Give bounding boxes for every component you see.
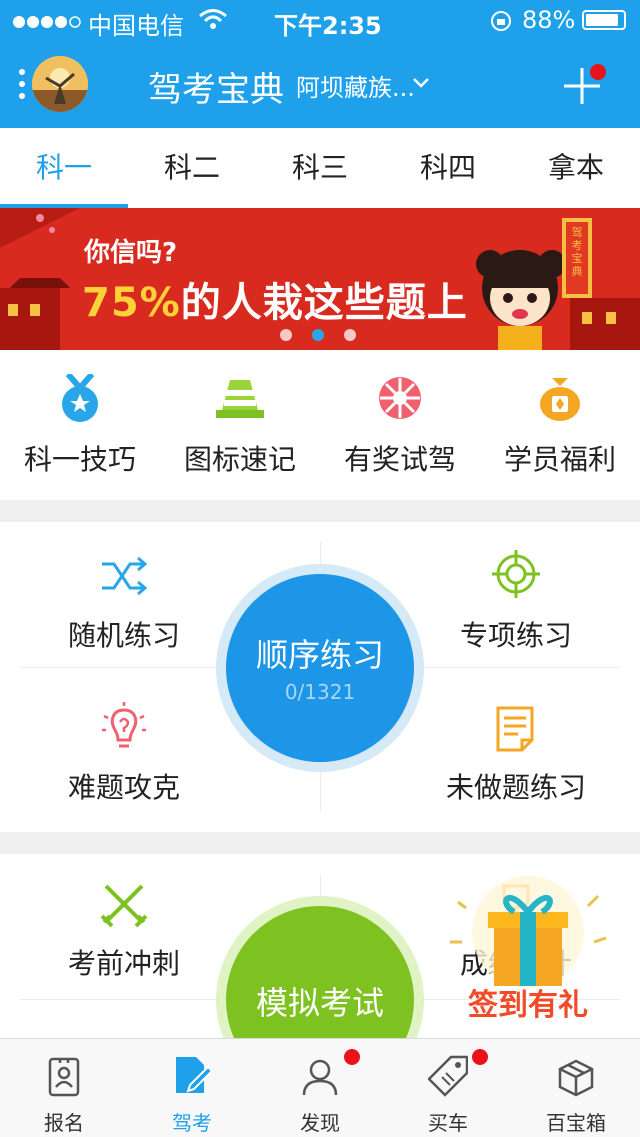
- signal-strength-icon: [12, 14, 82, 33]
- banner-pagination: [280, 326, 376, 345]
- sequential-progress: 0/1321: [284, 680, 356, 704]
- quick-link-signs[interactable]: 图标速记: [160, 350, 320, 500]
- nav-item-driving-test[interactable]: 驾考: [128, 1039, 256, 1137]
- signin-gift-widget[interactable]: 签到有礼: [438, 872, 618, 1023]
- nav-item-discover[interactable]: 发现: [256, 1039, 384, 1137]
- tab-subject-3[interactable]: 科三: [256, 128, 384, 208]
- bottom-nav: 报名 驾考 发现 买车 百宝箱: [0, 1038, 640, 1137]
- quick-link-label: 科一技巧: [23, 443, 136, 476]
- quick-link-benefits[interactable]: 学员福利: [480, 350, 640, 500]
- edit-doc-icon: [176, 1057, 212, 1093]
- banner-page-dot[interactable]: [280, 329, 292, 341]
- special-practice-label: 专项练习: [459, 619, 572, 652]
- target-icon: [492, 550, 540, 598]
- avatar[interactable]: [32, 56, 88, 112]
- notepad-icon: [496, 706, 534, 752]
- special-practice-button[interactable]: 专项练习: [406, 542, 626, 662]
- nav-item-toolbox[interactable]: 百宝箱: [512, 1039, 640, 1137]
- quick-links: 科一技巧 图标速记 有奖试驾 学员福利: [0, 350, 640, 500]
- hard-questions-button[interactable]: 难题攻克: [14, 692, 234, 812]
- nav-label: 驾考: [172, 1111, 212, 1135]
- tab-get-license[interactable]: 拿本: [512, 128, 640, 208]
- nav-item-buy-car[interactable]: 买车: [384, 1039, 512, 1137]
- crossed-swords-icon: [100, 884, 148, 928]
- sequential-practice-label: 顺序练习: [255, 636, 384, 674]
- banner-side-text: 驾考宝典: [571, 226, 583, 278]
- mock-exam-label: 模拟考试: [255, 984, 384, 1022]
- wifi-icon: [198, 8, 228, 34]
- app-title: 驾考宝典: [148, 70, 284, 110]
- lightbulb-icon: [102, 702, 146, 748]
- id-card-icon: [48, 1057, 80, 1097]
- nav-label: 报名: [44, 1111, 84, 1135]
- medal-icon: [62, 374, 98, 422]
- banner-headline-1: 你信吗?: [84, 238, 178, 268]
- quick-link-label: 学员福利: [503, 443, 616, 476]
- location-selector[interactable]: 阿坝藏族...: [296, 68, 415, 103]
- random-practice-button[interactable]: 随机练习: [14, 542, 234, 662]
- steering-wheel-icon: [379, 377, 421, 419]
- nav-label: 发现: [300, 1111, 340, 1135]
- top-bar: 中国电信 下午2:35 88% 驾考宝典 阿坝藏族...: [0, 0, 640, 128]
- shuffle-icon: [102, 556, 148, 596]
- promo-banner[interactable]: 驾考宝典 你信吗? 75%的人栽这些题上: [0, 208, 640, 350]
- quick-link-label: 有奖试驾: [343, 443, 456, 476]
- more-menu-icon[interactable]: [18, 68, 26, 104]
- tag-icon: [428, 1055, 468, 1097]
- banner-page-dot[interactable]: [344, 329, 356, 341]
- pre-exam-sprint-label: 考前冲刺: [67, 947, 180, 980]
- nav-label: 买车: [428, 1111, 468, 1135]
- notification-dot: [344, 1049, 360, 1065]
- undone-practice-button[interactable]: 未做题练习: [406, 692, 626, 812]
- exam-card: 考前冲刺 成绩统计 模拟考试 签到有礼: [0, 854, 640, 1038]
- hard-questions-label: 难题攻克: [67, 771, 180, 804]
- practice-card: 随机练习 专项练习 难题攻克 未做题练习 顺序练习 0/1321: [0, 522, 640, 832]
- tab-subject-1[interactable]: 科一: [0, 128, 128, 208]
- banner-headline-2: 75%的人栽这些题上: [82, 270, 468, 328]
- tab-subject-4[interactable]: 科四: [384, 128, 512, 208]
- notification-dot: [472, 1049, 488, 1065]
- clock-time: 下午2:35: [274, 12, 382, 40]
- gift-box-icon: [450, 876, 607, 988]
- random-practice-label: 随机练习: [67, 619, 180, 652]
- sequential-practice-button[interactable]: 顺序练习 0/1321: [226, 574, 414, 762]
- signin-gift-label: 签到有礼: [468, 988, 588, 1023]
- banner-highlight: 75%: [82, 280, 181, 326]
- battery-percent: 88%: [522, 6, 576, 34]
- quick-link-test-drive[interactable]: 有奖试驾: [320, 350, 480, 500]
- undone-practice-label: 未做题练习: [445, 771, 586, 804]
- orientation-lock-icon: [490, 10, 512, 36]
- carrier-name: 中国电信: [88, 12, 184, 40]
- nav-item-register[interactable]: 报名: [0, 1039, 128, 1137]
- nav-label: 百宝箱: [546, 1111, 606, 1135]
- gift-bag-icon: [540, 378, 580, 421]
- banner-page-dot[interactable]: [312, 329, 324, 341]
- subject-tabs: 科一 科二 科三 科四 拿本: [0, 128, 640, 209]
- notification-dot: [590, 64, 606, 80]
- banner-rest: 的人栽这些题上: [180, 280, 468, 326]
- quick-link-label: 图标速记: [183, 443, 296, 476]
- chevron-down-icon[interactable]: [412, 74, 430, 93]
- tab-subject-2[interactable]: 科二: [128, 128, 256, 208]
- battery-icon: [582, 10, 626, 30]
- quick-link-tips[interactable]: 科一技巧: [0, 350, 160, 500]
- person-icon: [302, 1059, 338, 1096]
- traffic-cone-icon: [216, 380, 264, 418]
- box-icon: [558, 1059, 594, 1097]
- pre-exam-sprint-button[interactable]: 考前冲刺: [14, 874, 234, 994]
